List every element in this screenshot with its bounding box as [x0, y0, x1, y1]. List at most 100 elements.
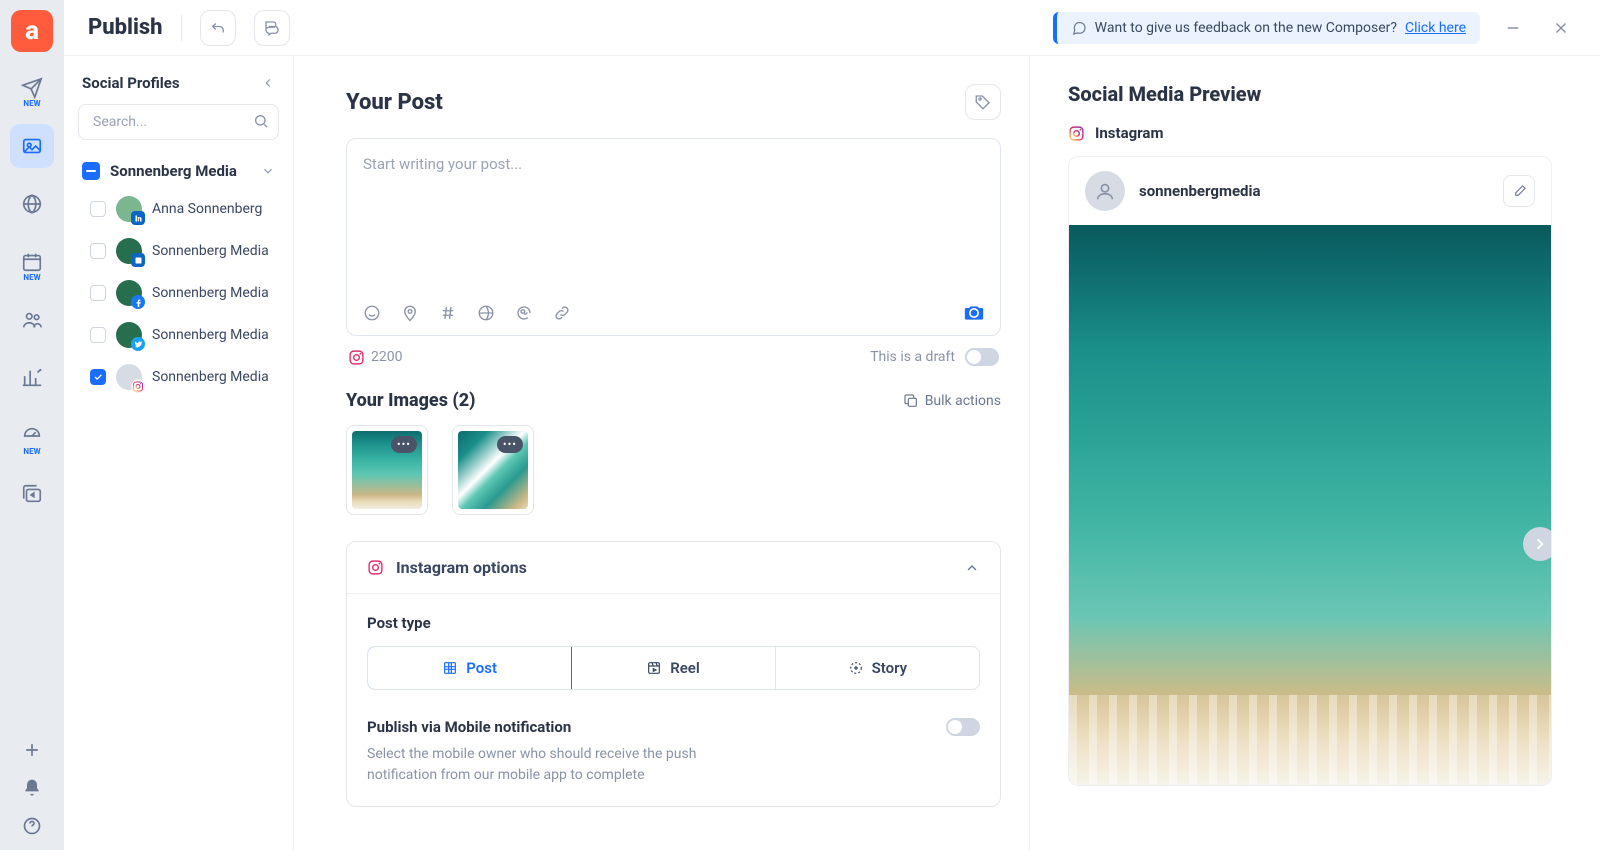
copy-icon: [903, 393, 919, 409]
tag-button[interactable]: [965, 84, 1001, 120]
rail-help[interactable]: [22, 816, 42, 836]
account-checkbox[interactable]: [90, 243, 106, 259]
rail-send[interactable]: NEW: [10, 66, 54, 110]
search-icon: [253, 113, 269, 129]
account-name: Sonnenberg Media: [152, 369, 269, 385]
account-checkbox[interactable]: [90, 285, 106, 301]
hashtag-icon[interactable]: [439, 304, 457, 322]
post-type-reel[interactable]: Reel: [571, 647, 775, 689]
instagram-icon: [367, 559, 384, 576]
preview-title: Social Media Preview: [1068, 82, 1552, 106]
rail-calendar[interactable]: NEW: [10, 240, 54, 284]
post-type-story[interactable]: Story: [776, 647, 979, 689]
new-badge: NEW: [23, 447, 40, 456]
next-image-button[interactable]: [1523, 527, 1552, 561]
bulk-label: Bulk actions: [925, 393, 1001, 409]
preview-image: [1069, 225, 1551, 785]
images-title: Your Images (2): [346, 390, 475, 411]
account-name: Anna Sonnenberg: [152, 201, 262, 217]
reel-icon: [646, 660, 662, 676]
page-title: Publish: [88, 15, 163, 40]
account-name: Sonnenberg Media: [152, 285, 269, 301]
chevron-down-icon: [261, 164, 275, 178]
edit-preview-button[interactable]: [1503, 175, 1535, 207]
account-checkbox[interactable]: [90, 327, 106, 343]
profile-group[interactable]: Sonnenberg Media: [78, 154, 279, 188]
preview-card: sonnenbergmedia: [1068, 156, 1552, 786]
thumb-menu[interactable]: •••: [497, 436, 523, 453]
camera-icon[interactable]: [964, 303, 984, 323]
char-count-value: 2200: [371, 349, 402, 365]
rail-analytics[interactable]: [10, 356, 54, 400]
topbar: Publish Want to give us feedback on the …: [64, 0, 1600, 56]
mention-icon[interactable]: [515, 304, 533, 322]
draft-toggle[interactable]: [965, 348, 999, 366]
group-name: Sonnenberg Media: [110, 162, 251, 180]
close-button[interactable]: [1546, 13, 1576, 43]
account-row[interactable]: Sonnenberg Media: [78, 314, 279, 356]
facebook-icon: [131, 295, 145, 309]
post-editor: [346, 138, 1001, 336]
rail-team[interactable]: [10, 298, 54, 342]
bulk-actions[interactable]: Bulk actions: [903, 393, 1001, 409]
minimize-button[interactable]: [1498, 13, 1528, 43]
account-name: Sonnenberg Media: [152, 327, 269, 343]
group-checkbox-indeterminate[interactable]: [82, 162, 100, 180]
mobile-notif-title: Publish via Mobile notification: [367, 718, 707, 736]
globe-icon[interactable]: [477, 304, 495, 322]
mobile-notif-toggle[interactable]: [946, 718, 980, 736]
undo-button[interactable]: [200, 10, 236, 46]
instagram-icon: [1068, 125, 1085, 142]
chat-icon: [1071, 20, 1087, 36]
avatar: [116, 364, 142, 390]
instagram-icon: [131, 379, 145, 393]
location-icon[interactable]: [401, 304, 419, 322]
search-input[interactable]: [78, 104, 279, 140]
account-name: Sonnenberg Media: [152, 243, 269, 259]
emoji-icon[interactable]: [363, 304, 381, 322]
post-type-label: Post type: [367, 614, 980, 632]
preview-username: sonnenbergmedia: [1139, 182, 1489, 200]
image-thumb[interactable]: •••: [452, 425, 534, 515]
preview-platform: Instagram: [1095, 124, 1163, 142]
account-row[interactable]: Anna Sonnenberg: [78, 188, 279, 230]
instagram-options: Instagram options Post type Post: [346, 541, 1001, 807]
feedback-banner: Want to give us feedback on the new Comp…: [1053, 12, 1480, 44]
avatar: [116, 238, 142, 264]
rail-monitor[interactable]: [10, 182, 54, 226]
linkedin-icon: [131, 253, 145, 267]
thumb-menu[interactable]: •••: [391, 436, 417, 453]
account-checkbox[interactable]: [90, 201, 106, 217]
avatar: [116, 322, 142, 348]
preview-panel: Social Media Preview Instagram sonnenber…: [1030, 56, 1600, 850]
profile-search: [78, 104, 279, 140]
link-icon[interactable]: [553, 304, 571, 322]
account-row[interactable]: Sonnenberg Media: [78, 272, 279, 314]
rail-dashboard[interactable]: NEW: [10, 414, 54, 458]
new-badge: NEW: [23, 99, 40, 108]
rail-add[interactable]: [22, 740, 42, 760]
new-badge: NEW: [23, 273, 40, 282]
feedback-link[interactable]: Click here: [1405, 20, 1466, 36]
post-type-post[interactable]: Post: [367, 646, 572, 690]
rail-notifications[interactable]: [22, 778, 42, 798]
story-icon: [848, 660, 864, 676]
account-row[interactable]: Sonnenberg Media: [78, 230, 279, 272]
avatar: [116, 280, 142, 306]
app-logo: a: [11, 10, 53, 52]
linkedin-icon: [131, 211, 145, 225]
options-header[interactable]: Instagram options: [347, 542, 1000, 594]
post-textarea[interactable]: [347, 139, 1000, 289]
account-row[interactable]: Sonnenberg Media: [78, 356, 279, 398]
post-type-segment: Post Reel Story: [367, 646, 980, 690]
avatar: [116, 196, 142, 222]
feedback-text: Want to give us feedback on the new Comp…: [1095, 20, 1397, 36]
rail-publish[interactable]: [10, 124, 54, 168]
comments-button[interactable]: [254, 10, 290, 46]
collapse-profiles[interactable]: [261, 76, 275, 90]
options-title: Instagram options: [396, 558, 952, 577]
rail-library[interactable]: [10, 472, 54, 516]
account-checkbox[interactable]: [90, 369, 106, 385]
image-thumb[interactable]: •••: [346, 425, 428, 515]
composer-title: Your Post: [346, 90, 443, 115]
